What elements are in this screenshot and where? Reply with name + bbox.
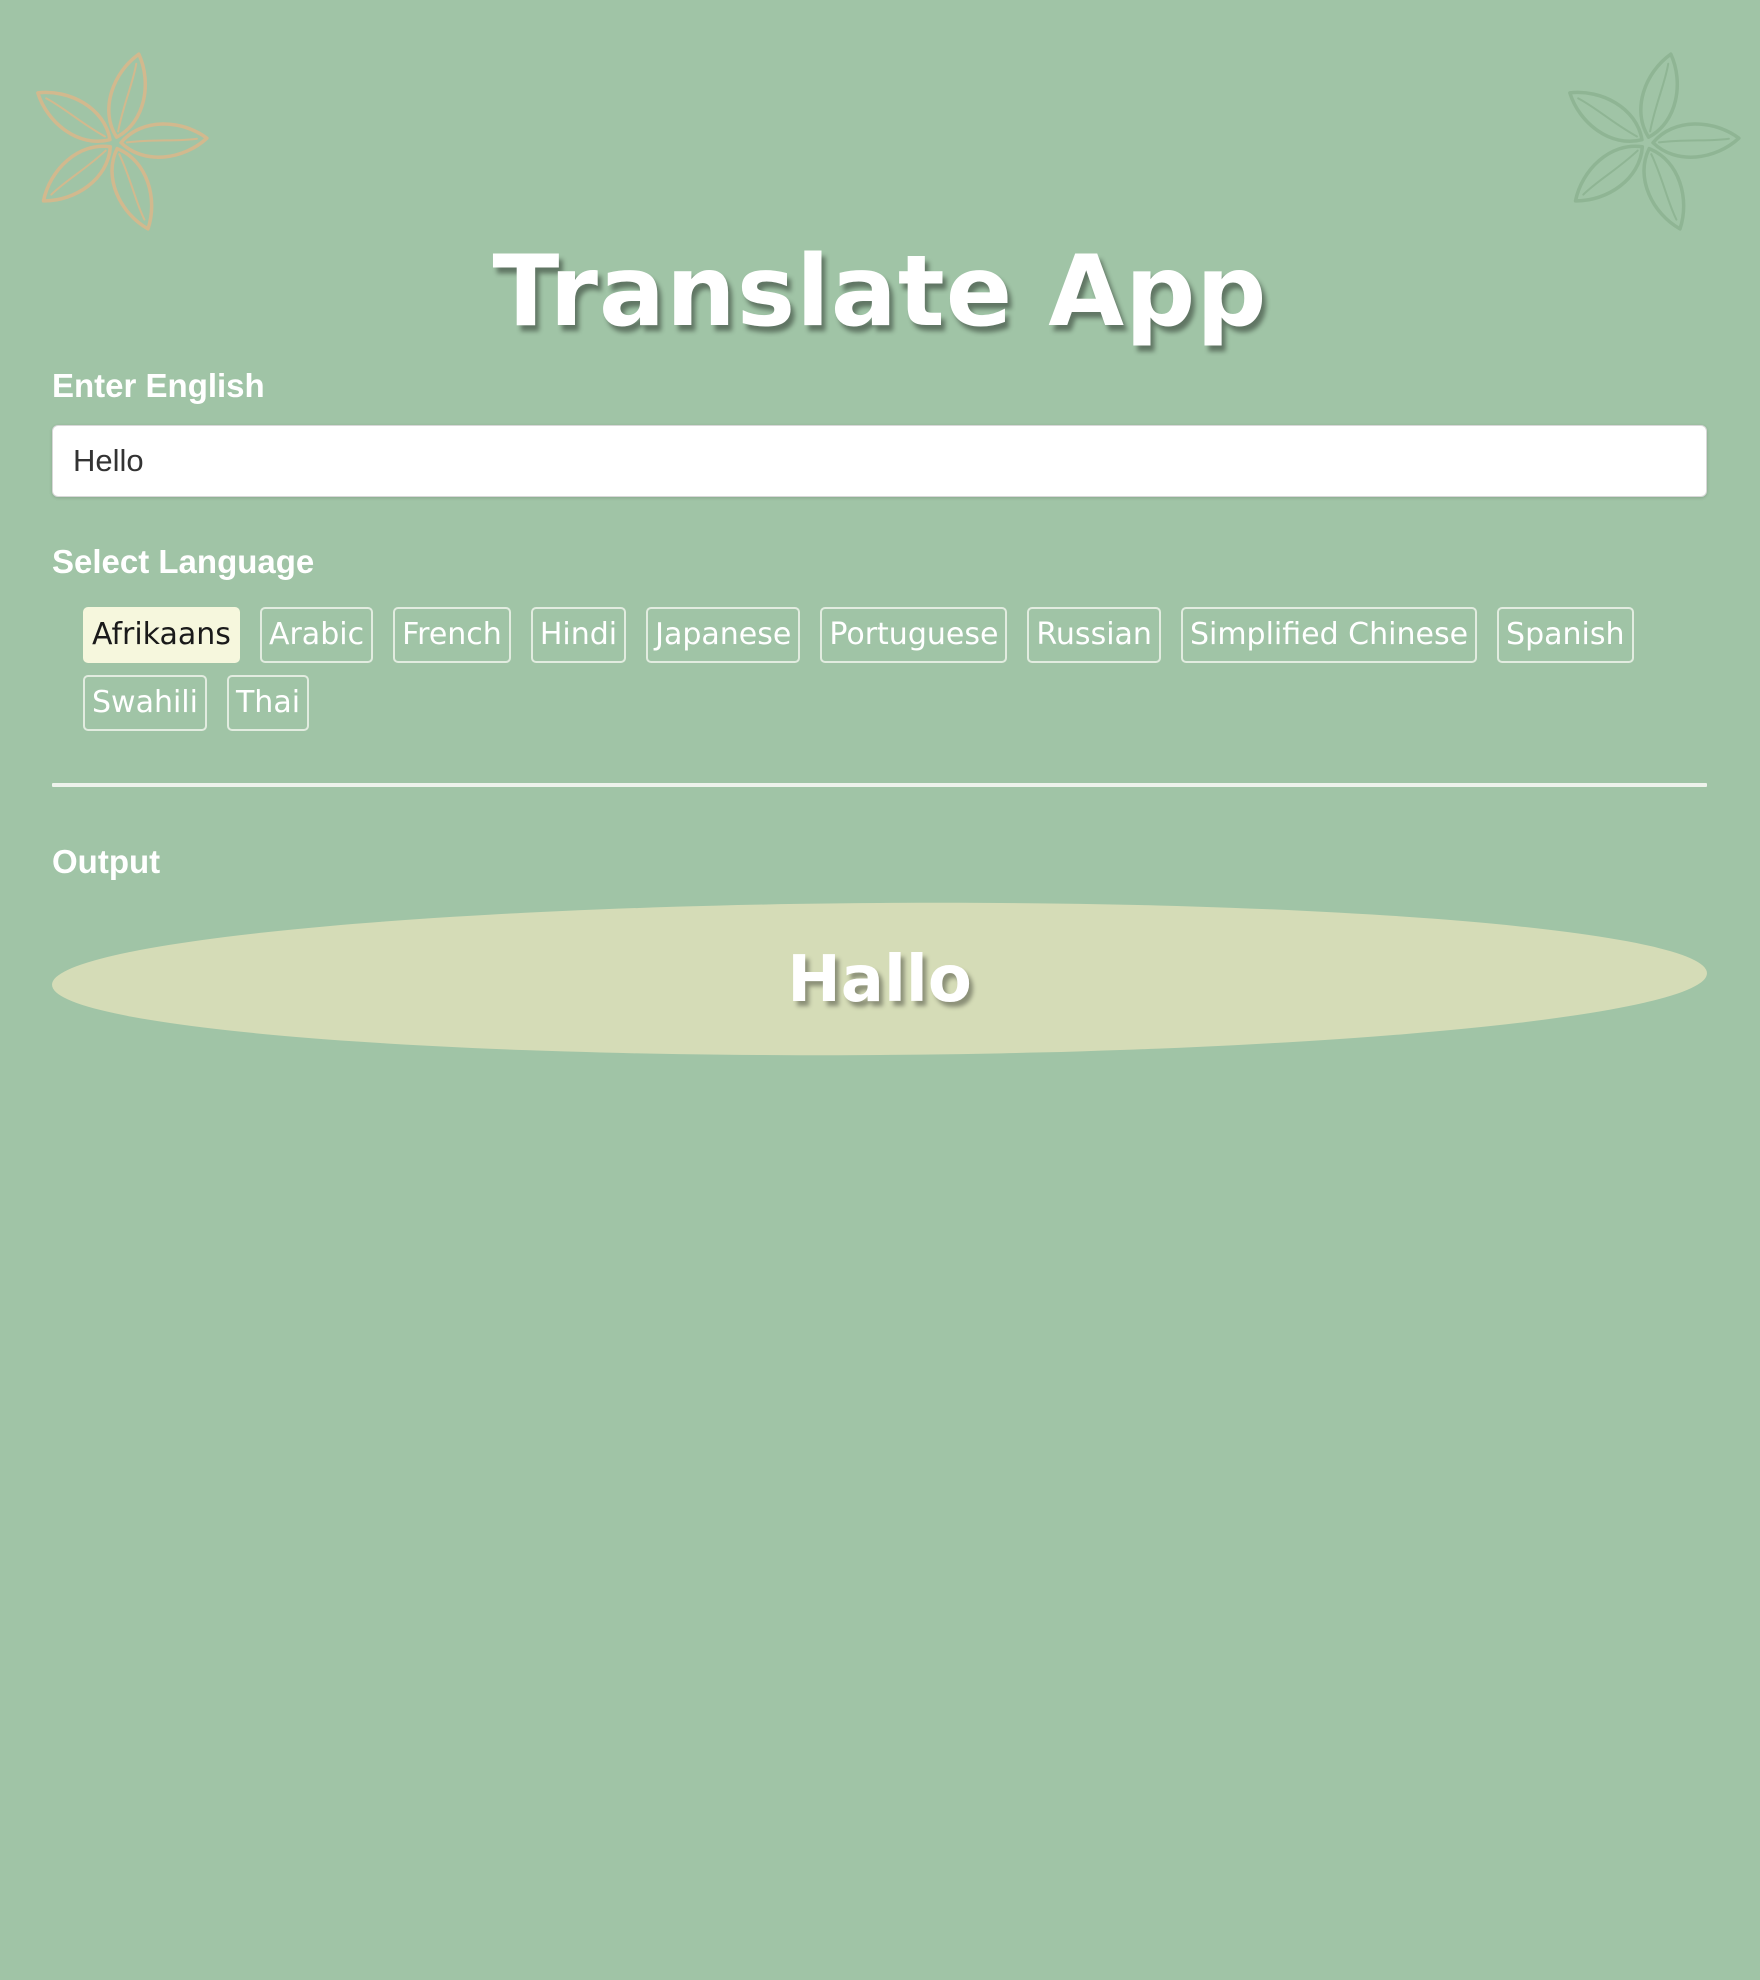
language-button-thai[interactable]: Thai xyxy=(226,675,310,731)
language-button-russian[interactable]: Russian xyxy=(1027,607,1161,663)
language-button-swahili[interactable]: Swahili xyxy=(83,675,207,731)
flower-icon xyxy=(36,52,209,231)
section-divider xyxy=(52,783,1707,787)
language-button-hindi[interactable]: Hindi xyxy=(530,607,627,663)
page-title: Translate App xyxy=(492,235,1268,349)
enter-english-label: Enter English xyxy=(52,367,265,404)
flower-icon xyxy=(1568,52,1741,231)
language-button-portuguese[interactable]: Portuguese xyxy=(820,607,1008,663)
language-button-afrikaans[interactable]: Afrikaans xyxy=(83,607,240,663)
language-button-french[interactable]: French xyxy=(393,607,511,663)
language-button-row: Afrikaans Arabic French Hindi Japanese P… xyxy=(83,607,1634,663)
language-button-simplified-chinese[interactable]: Simplified Chinese xyxy=(1180,607,1478,663)
select-language-label: Select Language xyxy=(52,543,315,580)
language-button-arabic[interactable]: Arabic xyxy=(259,607,374,663)
english-input[interactable] xyxy=(52,425,1707,497)
language-button-japanese[interactable]: Japanese xyxy=(646,607,801,663)
language-button-spanish[interactable]: Spanish xyxy=(1497,607,1634,663)
output-text: Hallo xyxy=(787,943,972,1017)
language-button-row: Swahili Thai xyxy=(83,675,310,731)
output-label: Output xyxy=(52,843,161,880)
